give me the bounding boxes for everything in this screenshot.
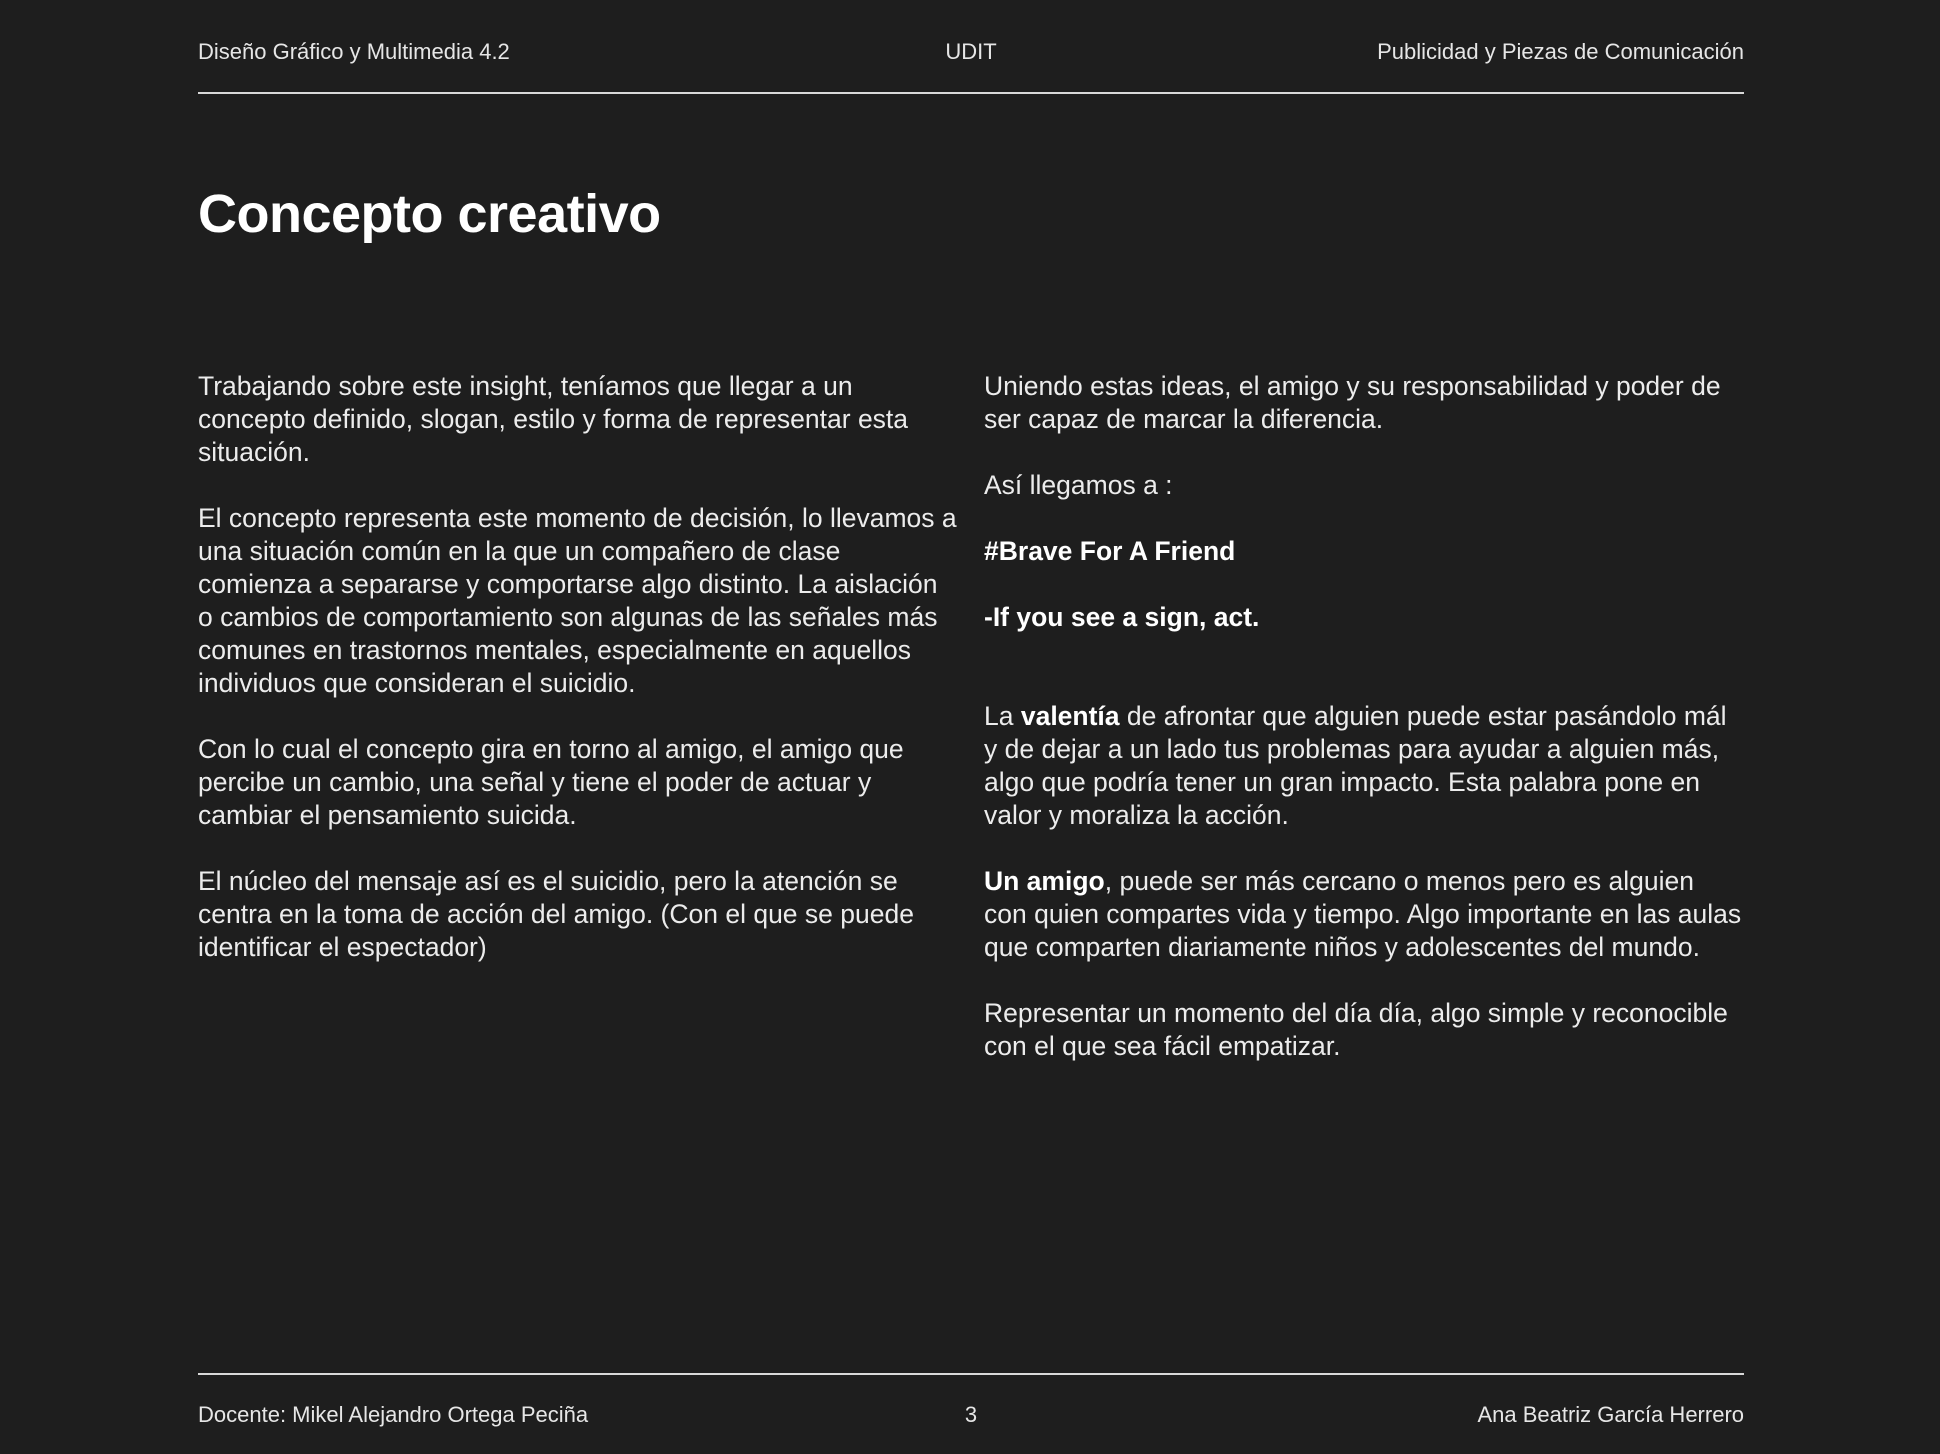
- paragraph: Un amigo, puede ser más cercano o menos …: [984, 865, 1744, 964]
- page-title: Concepto creativo: [198, 184, 661, 244]
- paragraph: La valentía de afrontar que alguien pued…: [984, 700, 1744, 832]
- paragraph: Así llegamos a :: [984, 470, 1173, 500]
- paragraph: El concepto representa este momento de d…: [198, 503, 957, 698]
- document-page: Diseño Gráfico y Multimedia 4.2 UDIT Pub…: [0, 0, 1940, 1454]
- header-divider: [198, 92, 1744, 94]
- footer-divider: [198, 1373, 1744, 1375]
- footer-author: Ana Beatriz García Herrero: [1477, 1402, 1744, 1427]
- footer-teacher: Docente: Mikel Alejandro Ortega Peciña: [198, 1402, 589, 1427]
- header-institution: UDIT: [945, 39, 997, 64]
- text-run: La: [984, 701, 1021, 731]
- hashtag: #Brave For A Friend: [984, 536, 1236, 566]
- slogan: -If you see a sign, act.: [984, 602, 1260, 632]
- paragraph: Trabajando sobre este insight, teníamos …: [198, 371, 909, 467]
- paragraph: Representar un momento del día día, algo…: [984, 998, 1728, 1061]
- paragraph: Uniendo estas ideas, el amigo y su respo…: [984, 371, 1721, 434]
- header-course: Diseño Gráfico y Multimedia 4.2: [198, 39, 510, 64]
- header-subject: Publicidad y Piezas de Comunicación: [1377, 39, 1744, 64]
- paragraph: El núcleo del mensaje así es el suicidio…: [198, 866, 914, 962]
- page-header: Diseño Gráfico y Multimedia 4.2 UDIT Pub…: [198, 38, 1744, 66]
- paragraph: Con lo cual el concepto gira en torno al…: [198, 734, 904, 830]
- page-number: 3: [964, 1402, 978, 1427]
- right-column: Uniendo estas ideas, el amigo y su respo…: [984, 370, 1744, 1096]
- page-footer: Docente: Mikel Alejandro Ortega Peciña 3…: [198, 1401, 1744, 1429]
- emphasis-valentia: valentía: [1020, 701, 1120, 731]
- emphasis-un-amigo: Un amigo: [984, 866, 1105, 896]
- left-column: Trabajando sobre este insight, teníamos …: [198, 370, 958, 997]
